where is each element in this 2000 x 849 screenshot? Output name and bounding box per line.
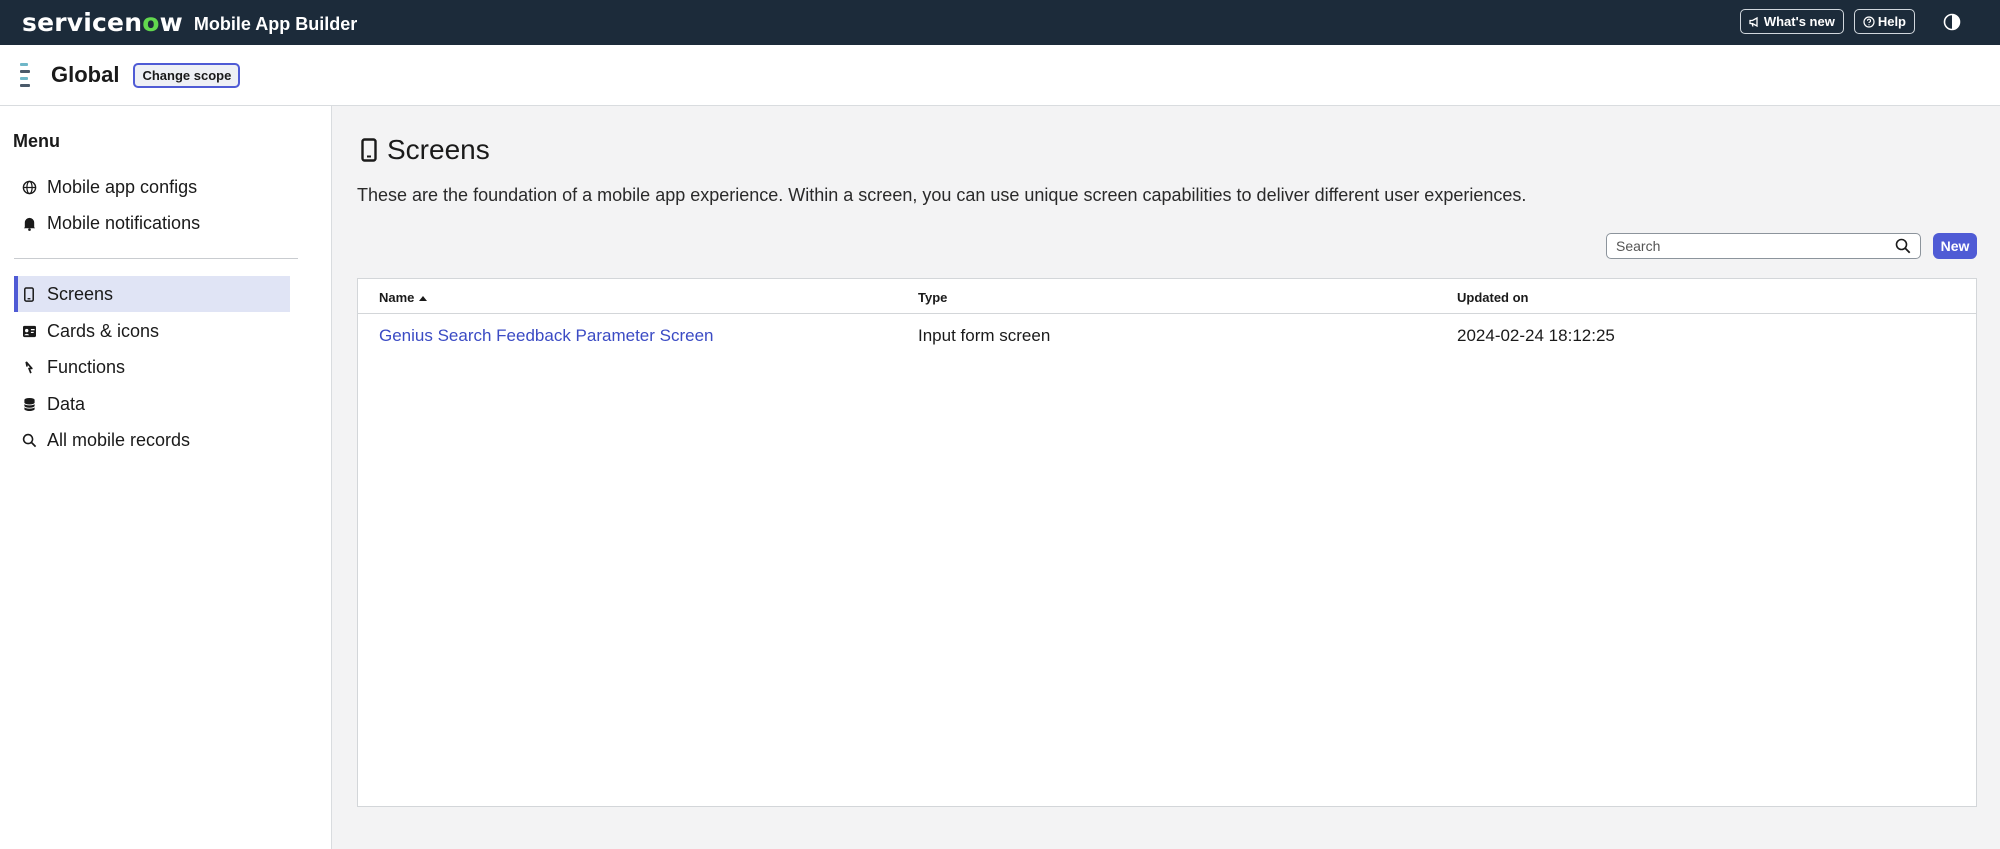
card-icon [14,325,44,338]
sidebar-item-label: All mobile records [47,429,191,450]
scope-icon [20,63,32,87]
page-header: Screens [361,134,490,166]
sidebar-item-cards-icons[interactable]: Cards & icons [14,313,290,349]
search-icon [14,433,44,448]
sidebar-item-functions[interactable]: Functions [14,349,290,385]
search-field[interactable] [1606,233,1921,259]
whats-new-label: What's new [1763,14,1835,29]
megaphone-icon [1749,16,1758,27]
mobile-icon [14,286,44,302]
top-actions: What's new Help [1739,9,2000,34]
scope-bar: Global Change scope [0,45,2000,106]
function-icon [14,360,44,375]
sidebar-item-label: Functions [47,356,126,377]
sidebar-item-screens[interactable]: Screens [14,276,290,312]
table-header: Name Type Updated on [358,279,1976,314]
change-scope-button[interactable]: Change scope [133,62,241,88]
screen-type-cell: Input form screen [918,326,1051,345]
bell-icon [14,216,44,231]
page-title: Screens [387,134,490,165]
sidebar-item-data[interactable]: Data [14,386,290,422]
sidebar-item-label: Cards & icons [47,320,160,341]
search-input[interactable] [1616,238,1886,254]
page-description: These are the foundation of a mobile app… [357,185,1527,205]
whats-new-button[interactable]: What's new [1739,9,1844,34]
column-header-label: Type [918,290,948,305]
sidebar-item-mobile-notifications[interactable]: Mobile notifications [14,205,290,241]
screen-name-link[interactable]: Genius Search Feedback Parameter Screen [379,326,714,346]
contrast-toggle-button[interactable] [1941,11,1963,33]
help-button[interactable]: Help [1853,9,1915,34]
updated-on-cell: 2024-02-24 18:12:25 [1457,326,1615,345]
contrast-icon [1943,13,1961,30]
column-header-name[interactable]: Name [379,290,429,305]
sidebar-item-label: Screens [47,283,114,304]
column-header-updated-on[interactable]: Updated on [1457,290,1529,305]
menu-title: Menu [13,131,60,151]
globe-icon [14,180,44,195]
help-label: Help [1877,14,1906,29]
table-row: Genius Search Feedback Parameter Screen … [358,315,1976,357]
scope-name: Global [51,62,120,87]
app-title: Mobile App Builder [193,14,358,34]
sidebar-item-all-mobile-records[interactable]: All mobile records [14,422,290,458]
brand[interactable]: servicenow Mobile App Builder [22,8,357,37]
sidebar-item-label: Data [47,393,86,414]
help-icon [1863,15,1875,28]
database-icon [14,397,44,412]
servicenow-logo: servicenow [22,8,183,37]
screens-table: Name Type Updated on Genius Search Feedb… [357,278,1977,807]
sort-ascending-icon [419,295,428,301]
sidebar: Menu Mobile app configs Mobile notificat… [0,106,332,849]
column-header-label: Name [379,290,415,305]
new-button[interactable]: New [1933,233,1977,259]
top-navigation-bar: servicenow Mobile App Builder What's new… [0,0,2000,45]
column-header-label: Updated on [1457,290,1529,305]
column-header-type[interactable]: Type [918,290,947,305]
sidebar-item-mobile-app-configs[interactable]: Mobile app configs [14,169,290,205]
mobile-icon [361,138,377,162]
sidebar-item-label: Mobile app configs [47,176,198,197]
search-icon[interactable] [1895,238,1911,254]
main-content: Screens These are the foundation of a mo… [333,106,2000,849]
sidebar-item-label: Mobile notifications [47,212,201,233]
sidebar-divider [14,258,298,259]
